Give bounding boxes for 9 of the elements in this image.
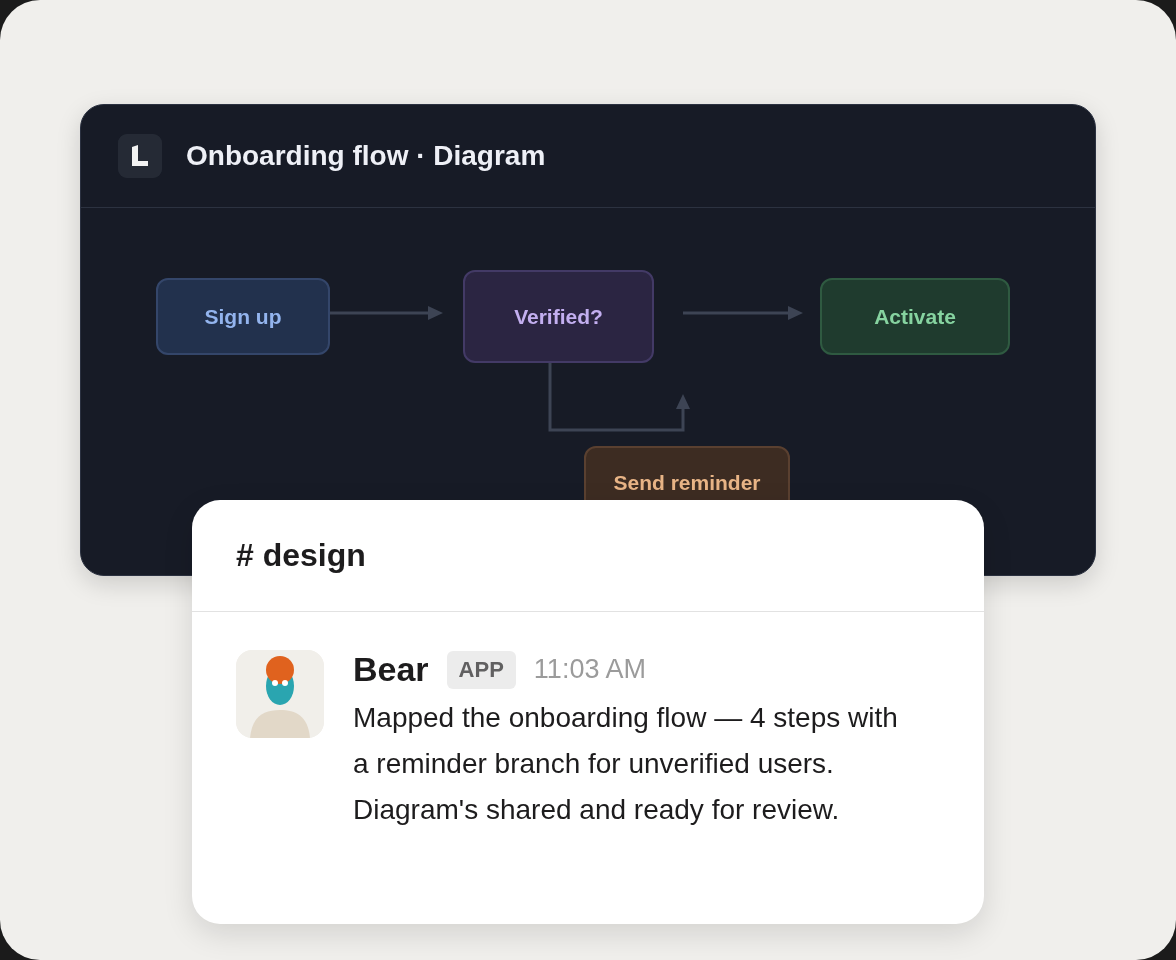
window-title: Onboarding flow · Diagram [186, 140, 546, 172]
flow-node: Sign up [156, 278, 330, 355]
flow-node: Activate [820, 278, 1010, 355]
author-name: Bear [353, 650, 429, 689]
app-badge: APP [446, 650, 516, 689]
message-text: Mapped the onboarding flow — 4 steps with a reminder branch for unverified users. Diagram's shared and ready for review. [353, 701, 898, 827]
message-time: 11:03 AM [533, 654, 646, 685]
channel-name: # design [236, 537, 366, 574]
flow-node: Verified? [463, 270, 654, 363]
